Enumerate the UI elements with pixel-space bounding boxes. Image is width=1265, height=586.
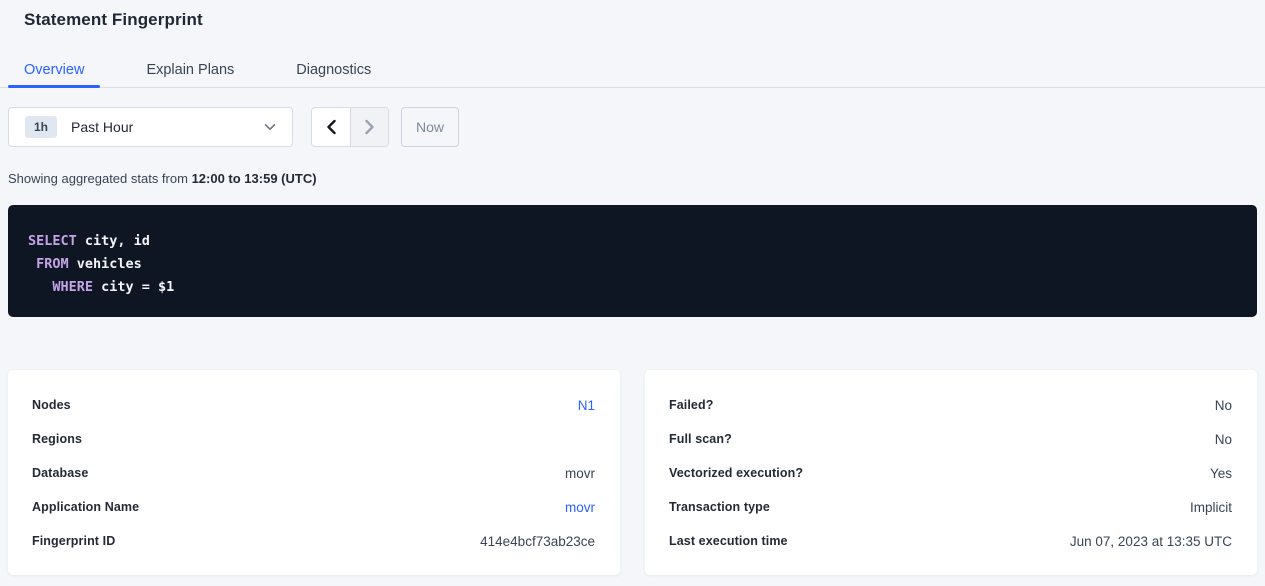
chevron-down-icon <box>264 123 276 131</box>
row-value: 414e4bcf73ab23ce <box>480 534 595 549</box>
summary-card-right: Failed? No Full scan? No Vectorized exec… <box>645 370 1257 575</box>
row-value: Implicit <box>1190 500 1232 515</box>
row-regions: Regions <box>32 422 595 456</box>
application-name-link[interactable]: movr <box>565 500 595 515</box>
row-label: Regions <box>32 432 82 446</box>
sql-line: FROM vehicles <box>28 253 1237 276</box>
row-label: Nodes <box>32 398 71 412</box>
row-label: Database <box>32 466 88 480</box>
chevron-left-icon <box>326 119 337 135</box>
page-title: Statement Fingerprint <box>24 10 203 30</box>
row-transaction-type: Transaction type Implicit <box>669 490 1232 524</box>
stats-summary-prefix: Showing aggregated stats from <box>8 171 192 186</box>
now-button: Now <box>401 107 459 147</box>
row-nodes: Nodes N1 <box>32 388 595 422</box>
chevron-right-icon <box>364 119 375 135</box>
row-failed: Failed? No <box>669 388 1232 422</box>
time-controls: 1h Past Hour Now <box>8 107 459 147</box>
row-label: Transaction type <box>669 500 770 514</box>
sql-line: WHERE city = $1 <box>28 276 1237 299</box>
tab-explain-plans[interactable]: Explain Plans <box>130 54 250 87</box>
summary-cards: Nodes N1 Regions Database movr Applicati… <box>8 370 1257 575</box>
tab-overview[interactable]: Overview <box>8 54 100 87</box>
stats-summary: Showing aggregated stats from 12:00 to 1… <box>8 171 317 186</box>
sql-code: SELECT city, id FROM vehicles WHERE city… <box>28 230 1237 299</box>
next-time-button <box>350 108 388 146</box>
row-application-name: Application Name movr <box>32 490 595 524</box>
nodes-link[interactable]: N1 <box>578 398 595 413</box>
row-fingerprint-id: Fingerprint ID 414e4bcf73ab23ce <box>32 524 595 558</box>
row-label: Application Name <box>32 500 139 514</box>
sql-statement-box: SELECT city, id FROM vehicles WHERE city… <box>8 205 1257 317</box>
tab-diagnostics[interactable]: Diagnostics <box>280 54 387 87</box>
time-range-badge: 1h <box>25 116 57 138</box>
row-value: Yes <box>1210 466 1232 481</box>
time-range-dropdown[interactable]: 1h Past Hour <box>8 107 293 147</box>
row-label: Full scan? <box>669 432 732 446</box>
stats-summary-range: 12:00 to 13:59 (UTC) <box>192 171 317 186</box>
summary-card-left: Nodes N1 Regions Database movr Applicati… <box>8 370 620 575</box>
row-label: Vectorized execution? <box>669 466 803 480</box>
row-value: Jun 07, 2023 at 13:35 UTC <box>1070 534 1232 549</box>
tab-bar: Overview Explain Plans Diagnostics <box>0 54 1265 88</box>
time-step-buttons <box>311 107 389 147</box>
sql-line: SELECT city, id <box>28 230 1237 253</box>
row-value: No <box>1215 398 1232 413</box>
prev-time-button[interactable] <box>312 108 350 146</box>
row-value: No <box>1215 432 1232 447</box>
row-value: movr <box>565 466 595 481</box>
row-label: Failed? <box>669 398 713 412</box>
time-range-label: Past Hour <box>71 119 133 135</box>
row-last-execution-time: Last execution time Jun 07, 2023 at 13:3… <box>669 524 1232 558</box>
row-vectorized-execution: Vectorized execution? Yes <box>669 456 1232 490</box>
row-label: Last execution time <box>669 534 788 548</box>
row-full-scan: Full scan? No <box>669 422 1232 456</box>
row-label: Fingerprint ID <box>32 534 115 548</box>
row-database: Database movr <box>32 456 595 490</box>
